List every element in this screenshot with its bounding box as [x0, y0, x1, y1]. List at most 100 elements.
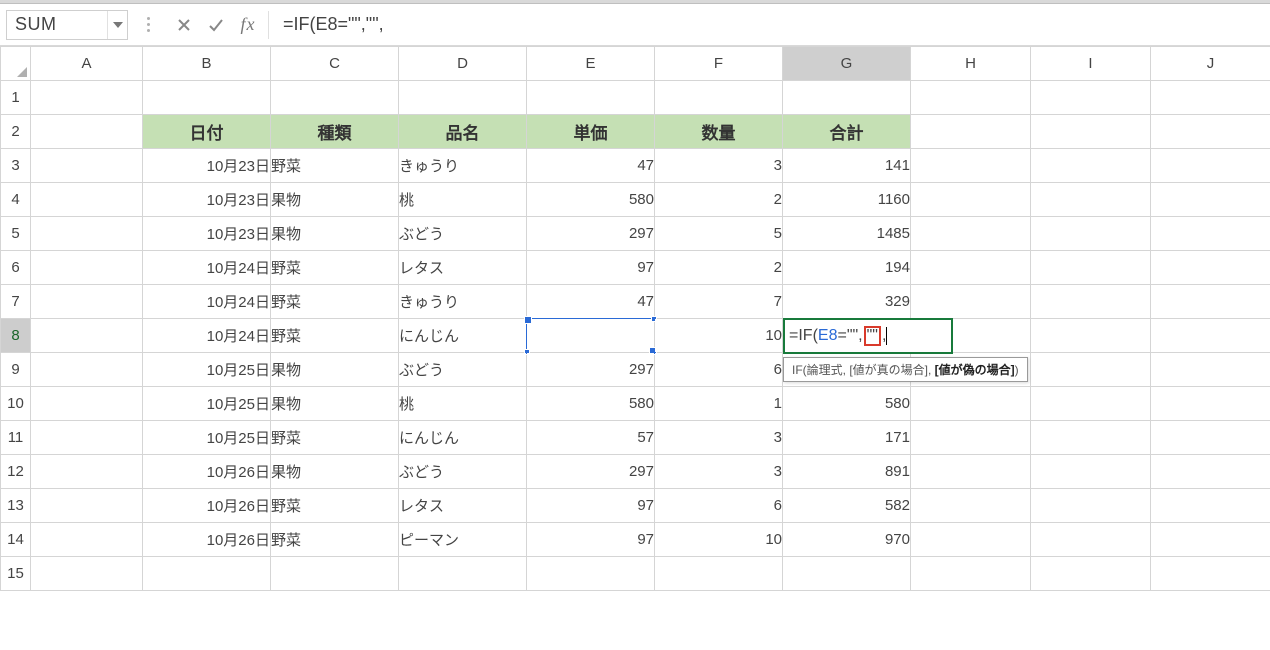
cell-B5[interactable]: 10月23日 — [143, 217, 271, 251]
row-header-9[interactable]: 9 — [1, 353, 31, 387]
name-box-dropdown-icon[interactable] — [107, 11, 123, 39]
row-header-6[interactable]: 6 — [1, 251, 31, 285]
cell-A10[interactable] — [31, 387, 143, 421]
cell-G10[interactable]: 580 — [783, 387, 911, 421]
cell-F1[interactable] — [655, 81, 783, 115]
row-header-7[interactable]: 7 — [1, 285, 31, 319]
cell-J5[interactable] — [1151, 217, 1270, 251]
cell-D13[interactable]: レタス — [399, 489, 527, 523]
cell-H7[interactable] — [911, 285, 1031, 319]
cell-I15[interactable] — [1031, 557, 1151, 591]
cell-H11[interactable] — [911, 421, 1031, 455]
cell-C13[interactable]: 野菜 — [271, 489, 399, 523]
cell-C15[interactable] — [271, 557, 399, 591]
cell-B14[interactable]: 10月26日 — [143, 523, 271, 557]
cell-G12[interactable]: 891 — [783, 455, 911, 489]
cell-F14[interactable]: 10 — [655, 523, 783, 557]
cell-D11[interactable]: にんじん — [399, 421, 527, 455]
col-header-H[interactable]: H — [911, 47, 1031, 81]
cell-G6[interactable]: 194 — [783, 251, 911, 285]
cell-A9[interactable] — [31, 353, 143, 387]
cell-J9[interactable] — [1151, 353, 1270, 387]
cell-J13[interactable] — [1151, 489, 1270, 523]
col-header-J[interactable]: J — [1151, 47, 1270, 81]
cell-I3[interactable] — [1031, 149, 1151, 183]
cell-B13[interactable]: 10月26日 — [143, 489, 271, 523]
cell-D5[interactable]: ぶどう — [399, 217, 527, 251]
cell-J4[interactable] — [1151, 183, 1270, 217]
cell-E13[interactable]: 97 — [527, 489, 655, 523]
cell-I10[interactable] — [1031, 387, 1151, 421]
cell-F4[interactable]: 2 — [655, 183, 783, 217]
row-header-5[interactable]: 5 — [1, 217, 31, 251]
cell-A4[interactable] — [31, 183, 143, 217]
cell-G5[interactable]: 1485 — [783, 217, 911, 251]
cell-F10[interactable]: 1 — [655, 387, 783, 421]
cell-B12[interactable]: 10月26日 — [143, 455, 271, 489]
col-header-E[interactable]: E — [527, 47, 655, 81]
cell-G8[interactable]: =IF(E8="","",IF(論理式, [値が真の場合], [値が偽の場合]) — [783, 319, 911, 353]
col-header-D[interactable]: D — [399, 47, 527, 81]
cell-J10[interactable] — [1151, 387, 1270, 421]
cell-H13[interactable] — [911, 489, 1031, 523]
cell-G11[interactable]: 171 — [783, 421, 911, 455]
formula-input[interactable]: =IF(E8="","", — [277, 11, 1264, 39]
cell-G4[interactable]: 1160 — [783, 183, 911, 217]
cell-J6[interactable] — [1151, 251, 1270, 285]
cell-C1[interactable] — [271, 81, 399, 115]
cell-I4[interactable] — [1031, 183, 1151, 217]
cell-D15[interactable] — [399, 557, 527, 591]
cell-G2[interactable]: 合計 — [783, 115, 911, 149]
row-header-1[interactable]: 1 — [1, 81, 31, 115]
cell-I6[interactable] — [1031, 251, 1151, 285]
cell-F15[interactable] — [655, 557, 783, 591]
cell-E2[interactable]: 単価 — [527, 115, 655, 149]
cell-D2[interactable]: 品名 — [399, 115, 527, 149]
col-header-I[interactable]: I — [1031, 47, 1151, 81]
row-header-11[interactable]: 11 — [1, 421, 31, 455]
cell-C12[interactable]: 果物 — [271, 455, 399, 489]
cell-G1[interactable] — [783, 81, 911, 115]
cell-H15[interactable] — [911, 557, 1031, 591]
cell-A12[interactable] — [31, 455, 143, 489]
cell-F7[interactable]: 7 — [655, 285, 783, 319]
cell-J1[interactable] — [1151, 81, 1270, 115]
cell-I12[interactable] — [1031, 455, 1151, 489]
cell-C5[interactable]: 果物 — [271, 217, 399, 251]
cell-I13[interactable] — [1031, 489, 1151, 523]
cell-F12[interactable]: 3 — [655, 455, 783, 489]
cell-D12[interactable]: ぶどう — [399, 455, 527, 489]
cell-J11[interactable] — [1151, 421, 1270, 455]
cell-G14[interactable]: 970 — [783, 523, 911, 557]
cell-A14[interactable] — [31, 523, 143, 557]
cell-B9[interactable]: 10月25日 — [143, 353, 271, 387]
cell-A11[interactable] — [31, 421, 143, 455]
cell-B15[interactable] — [143, 557, 271, 591]
cell-C11[interactable]: 野菜 — [271, 421, 399, 455]
cell-J8[interactable] — [1151, 319, 1270, 353]
cell-I8[interactable] — [1031, 319, 1151, 353]
cell-A1[interactable] — [31, 81, 143, 115]
cell-A15[interactable] — [31, 557, 143, 591]
name-box[interactable]: SUM — [6, 10, 128, 40]
cell-I11[interactable] — [1031, 421, 1151, 455]
cell-D9[interactable]: ぶどう — [399, 353, 527, 387]
cell-C2[interactable]: 種類 — [271, 115, 399, 149]
cell-C7[interactable]: 野菜 — [271, 285, 399, 319]
row-header-8[interactable]: 8 — [1, 319, 31, 353]
cell-B8[interactable]: 10月24日 — [143, 319, 271, 353]
cell-B6[interactable]: 10月24日 — [143, 251, 271, 285]
cell-J2[interactable] — [1151, 115, 1270, 149]
cell-E7[interactable]: 47 — [527, 285, 655, 319]
cell-I2[interactable] — [1031, 115, 1151, 149]
cell-E4[interactable]: 580 — [527, 183, 655, 217]
cell-H10[interactable] — [911, 387, 1031, 421]
cell-B1[interactable] — [143, 81, 271, 115]
cell-A8[interactable] — [31, 319, 143, 353]
cell-F9[interactable]: 6 — [655, 353, 783, 387]
cell-D6[interactable]: レタス — [399, 251, 527, 285]
cell-G3[interactable]: 141 — [783, 149, 911, 183]
cell-F5[interactable]: 5 — [655, 217, 783, 251]
cell-E10[interactable]: 580 — [527, 387, 655, 421]
cell-I7[interactable] — [1031, 285, 1151, 319]
